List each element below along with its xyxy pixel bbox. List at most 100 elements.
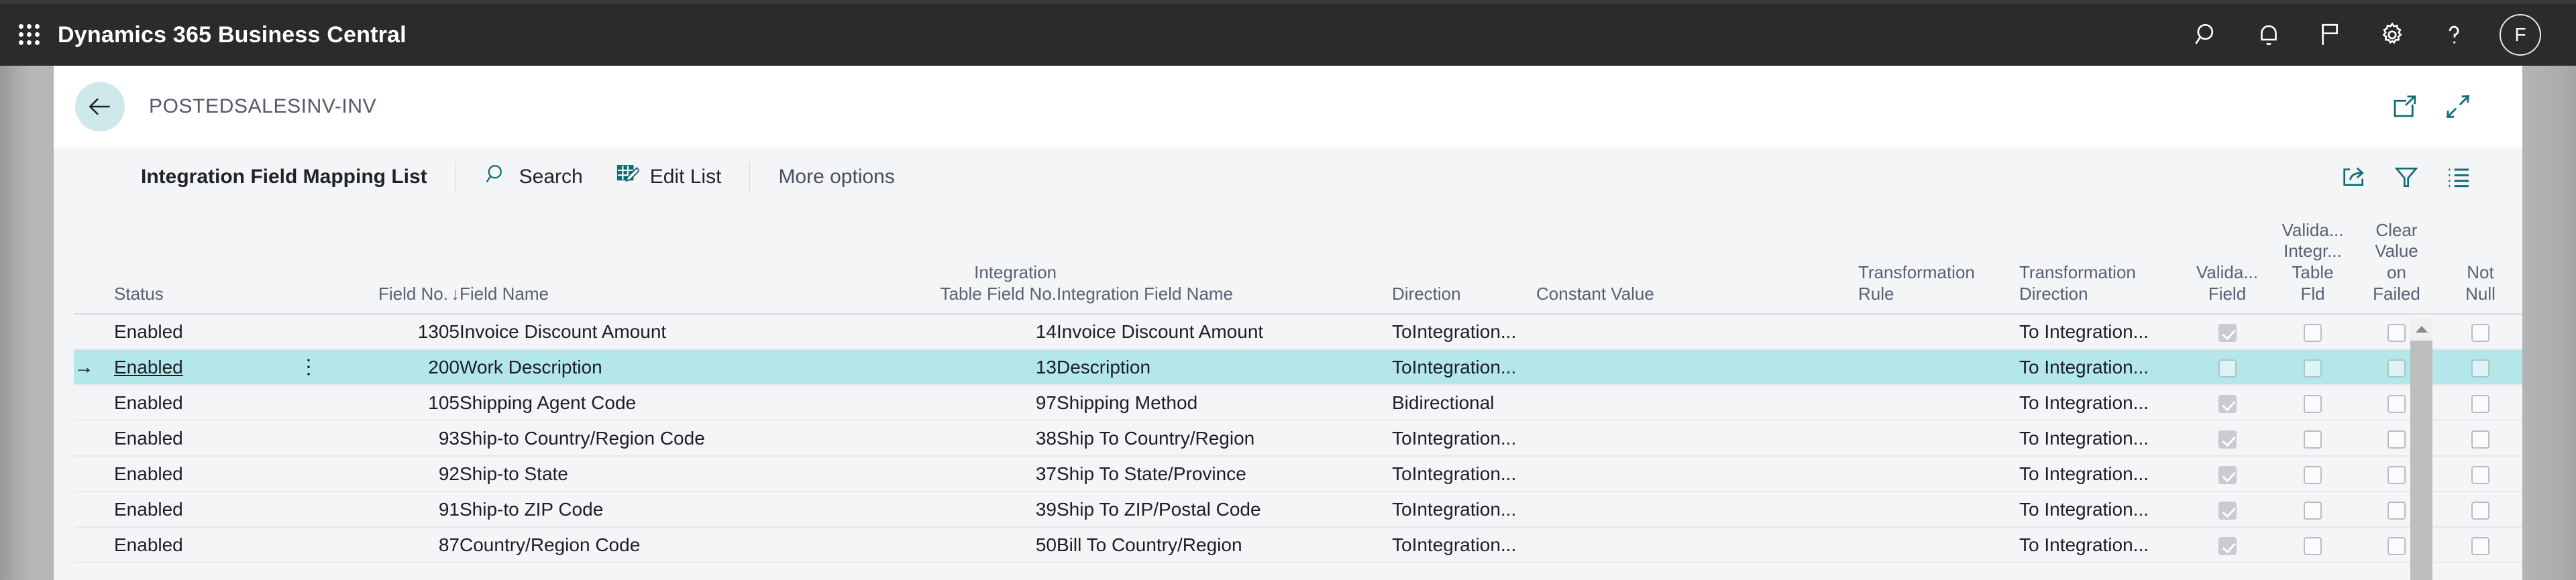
cell-checkbox-vfield[interactable]	[2184, 491, 2271, 528]
table-row[interactable]: → Enabled ⋮ 200 Work Description 13 Descriptio…	[74, 349, 2522, 386]
checkbox-vitf[interactable]	[2304, 536, 2322, 555]
cell-integration-table-field-no[interactable]: 38	[922, 420, 1057, 457]
cell-integration-field-name[interactable]: Bill To Country/Region	[1057, 527, 1392, 563]
checkbox-vitf[interactable]	[2304, 323, 2322, 342]
cell-constant-value[interactable]	[1536, 527, 1858, 563]
cell-transformation-direction[interactable]: To Integration...	[2019, 349, 2184, 386]
cell-direction[interactable]: ToIntegration...	[1392, 456, 1536, 492]
vertical-scrollbar[interactable]	[2410, 318, 2432, 580]
column-header-transformation-rule[interactable]: Transformation Rule	[1858, 207, 2019, 314]
cell-checkbox-notnull[interactable]	[2438, 349, 2522, 386]
checkbox-clear[interactable]	[2387, 323, 2406, 342]
checkbox-clear[interactable]	[2387, 430, 2406, 449]
checkbox-vitf[interactable]	[2304, 430, 2322, 449]
cell-constant-value[interactable]	[1536, 491, 1858, 528]
cell-transformation-rule[interactable]	[1858, 349, 2019, 386]
checkbox-notnull[interactable]	[2471, 394, 2489, 413]
help-icon[interactable]	[2423, 4, 2485, 66]
cell-field-name[interactable]: Country/Region Code	[460, 527, 922, 563]
cell-checkbox-vfield[interactable]	[2184, 456, 2271, 492]
checkbox-vitf[interactable]	[2304, 359, 2322, 378]
cell-constant-value[interactable]	[1536, 349, 1858, 386]
cell-field-no[interactable]: 105	[335, 385, 460, 421]
table-row[interactable]: Enabled 1305 Invoice Discount Amount 14 Invo…	[74, 314, 2522, 350]
cell-integration-field-name[interactable]: Description	[1057, 349, 1392, 386]
cell-integration-table-field-no[interactable]: 39	[922, 491, 1057, 528]
cell-checkbox-notnull[interactable]	[2438, 385, 2522, 421]
cell-checkbox-vitf[interactable]	[2271, 527, 2355, 563]
list-options-icon[interactable]	[2432, 151, 2485, 203]
cell-field-name[interactable]: Ship-to State	[460, 456, 922, 492]
cell-field-name[interactable]: Work Description	[460, 349, 922, 386]
checkbox-notnull[interactable]	[2471, 465, 2489, 484]
cell-status[interactable]: Enabled	[114, 385, 282, 421]
cell-checkbox-notnull[interactable]	[2438, 456, 2522, 492]
cell-integration-field-name[interactable]: Ship To ZIP/Postal Code	[1057, 491, 1392, 528]
cell-constant-value[interactable]	[1536, 420, 1858, 457]
cell-transformation-rule[interactable]	[1858, 420, 2019, 457]
checkbox-vfield[interactable]	[2218, 323, 2237, 342]
cell-direction[interactable]: ToIntegration...	[1392, 527, 1536, 563]
cell-transformation-direction[interactable]: To Integration...	[2019, 456, 2184, 492]
cell-checkbox-vfield[interactable]	[2184, 385, 2271, 421]
flag-icon[interactable]	[2300, 4, 2361, 66]
cell-field-no[interactable]: 91	[335, 491, 460, 528]
cell-integration-table-field-no[interactable]: 97	[922, 385, 1057, 421]
column-header-integration-field-name[interactable]: Integration Field Name	[1057, 207, 1392, 314]
checkbox-clear[interactable]	[2387, 359, 2406, 378]
cell-direction[interactable]: ToIntegration...	[1392, 314, 1536, 350]
cell-direction[interactable]: ToIntegration...	[1392, 420, 1536, 457]
cell-checkbox-vfield[interactable]	[2184, 349, 2271, 386]
cell-field-no[interactable]: 93	[335, 420, 460, 457]
cell-constant-value[interactable]	[1536, 385, 1858, 421]
scrollbar-up-button[interactable]	[2410, 318, 2432, 341]
share-icon[interactable]	[2328, 151, 2380, 203]
gear-icon[interactable]	[2361, 4, 2423, 66]
app-launcher-icon[interactable]	[19, 24, 40, 46]
cell-status[interactable]: Enabled	[114, 456, 282, 492]
checkbox-clear[interactable]	[2387, 465, 2406, 484]
column-header-constant-value[interactable]: Constant Value	[1536, 207, 1858, 314]
checkbox-vitf[interactable]	[2304, 501, 2322, 520]
cell-transformation-rule[interactable]	[1858, 385, 2019, 421]
table-row[interactable]: Enabled 87 Country/Region Code 50 Bill To Co…	[74, 527, 2522, 563]
cell-field-no[interactable]: 87	[335, 527, 460, 563]
checkbox-notnull[interactable]	[2471, 501, 2489, 520]
cell-transformation-direction[interactable]: To Integration...	[2019, 527, 2184, 563]
checkbox-clear[interactable]	[2387, 501, 2406, 520]
cell-field-no[interactable]: 200	[335, 349, 460, 386]
cell-integration-field-name[interactable]: Shipping Method	[1057, 385, 1392, 421]
breadcrumb[interactable]: POSTEDSALESINV-INV	[149, 95, 376, 118]
checkbox-vfield[interactable]	[2218, 359, 2237, 378]
filter-icon[interactable]	[2380, 151, 2432, 203]
checkbox-clear[interactable]	[2387, 536, 2406, 555]
cell-transformation-rule[interactable]	[1858, 491, 2019, 528]
cell-checkbox-vitf[interactable]	[2271, 349, 2355, 386]
cell-integration-field-name[interactable]: Invoice Discount Amount	[1057, 314, 1392, 350]
search-button[interactable]: Search	[484, 162, 583, 192]
row-menu-button[interactable]: ⋮	[282, 349, 335, 386]
checkbox-vfield[interactable]	[2218, 536, 2237, 555]
column-header-validate-integration-table-fld[interactable]: Valida... Integr... Table Fld	[2271, 207, 2355, 314]
cell-transformation-rule[interactable]	[1858, 314, 2019, 350]
cell-field-name[interactable]: Invoice Discount Amount	[460, 314, 922, 350]
cell-status[interactable]: Enabled	[114, 420, 282, 457]
cell-integration-field-name[interactable]: Ship To Country/Region	[1057, 420, 1392, 457]
column-header-integration-table-field-no[interactable]: Integration Table Field No.	[922, 207, 1057, 314]
cell-field-no[interactable]: 92	[335, 456, 460, 492]
cell-integration-table-field-no[interactable]: 13	[922, 349, 1057, 386]
table-row[interactable]: Enabled 105 Shipping Agent Code 97 Shipping …	[74, 385, 2522, 421]
cell-constant-value[interactable]	[1536, 456, 1858, 492]
column-header-clear-value-on-failed[interactable]: Clear Value on Failed	[2355, 207, 2438, 314]
checkbox-notnull[interactable]	[2471, 430, 2489, 449]
checkbox-notnull[interactable]	[2471, 323, 2489, 342]
cell-checkbox-notnull[interactable]	[2438, 491, 2522, 528]
avatar[interactable]: F	[2500, 14, 2541, 56]
table-row[interactable]: Enabled 91 Ship-to ZIP Code 39 Ship To ZIP/P…	[74, 491, 2522, 528]
column-header-field-no[interactable]: Field No. ↓	[335, 207, 460, 314]
collapse-icon[interactable]	[2431, 80, 2485, 133]
cell-checkbox-vfield[interactable]	[2184, 420, 2271, 457]
checkbox-notnull[interactable]	[2471, 359, 2489, 378]
checkbox-vfield[interactable]	[2218, 501, 2237, 520]
cell-checkbox-vitf[interactable]	[2271, 491, 2355, 528]
